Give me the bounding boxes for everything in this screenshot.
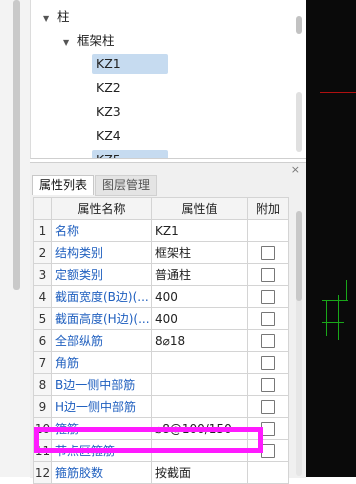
extra-checkbox[interactable]	[261, 421, 275, 436]
row-index: 8	[33, 373, 52, 396]
row-index: 9	[33, 395, 52, 418]
extra-cell	[247, 263, 289, 286]
extra-checkbox[interactable]	[261, 289, 275, 304]
tree-item-kz5[interactable]: KZ5	[92, 150, 168, 158]
grid-header-row: 属性名称 属性值 附加	[33, 197, 289, 220]
extra-checkbox[interactable]	[261, 267, 275, 282]
tab-property-list[interactable]: 属性列表	[32, 175, 95, 195]
extra-cell	[247, 219, 289, 242]
extra-checkbox[interactable]	[261, 443, 275, 458]
header-name: 属性名称	[51, 197, 152, 220]
property-value[interactable]	[151, 395, 248, 418]
canvas-green-line	[326, 300, 327, 336]
tree-scrollbar[interactable]	[296, 16, 302, 34]
table-row[interactable]: 3 定额类别 普通柱	[33, 263, 289, 286]
extra-cell	[247, 461, 289, 484]
canvas-green-line	[346, 280, 347, 300]
extra-checkbox[interactable]	[261, 399, 275, 414]
tree-item-kz4[interactable]: KZ4	[92, 126, 168, 146]
extra-cell	[247, 329, 289, 352]
property-name: 截面高度(H边)(...	[51, 307, 152, 330]
header-index	[33, 197, 52, 220]
canvas-red-line	[320, 92, 356, 93]
property-name: B边一侧中部筋	[51, 373, 152, 396]
row-index: 2	[33, 241, 52, 264]
canvas-green-line	[338, 295, 339, 340]
property-name: 角筋	[51, 351, 152, 374]
tree-node-label: 框架柱	[76, 33, 115, 48]
row-index: 6	[33, 329, 52, 352]
table-row[interactable]: 6 全部纵筋 8⌀18	[33, 329, 289, 352]
property-name: H边一侧中部筋	[51, 395, 152, 418]
extra-checkbox[interactable]	[261, 311, 275, 326]
expand-arrow-icon[interactable]: ▼	[43, 8, 53, 30]
property-name: 定额类别	[51, 263, 152, 286]
tree-item-kz3[interactable]: KZ3	[92, 102, 168, 122]
extra-cell	[247, 351, 289, 374]
component-tree: ▼ 柱 ▼ 框架柱 KZ1 KZ2 KZ3 KZ4 KZ5	[30, 0, 307, 159]
drawing-canvas[interactable]	[306, 0, 356, 477]
table-row[interactable]: 7 角筋	[33, 351, 289, 374]
tree-scroll-track[interactable]	[296, 92, 302, 152]
extra-cell	[247, 373, 289, 396]
property-value[interactable]	[151, 373, 248, 396]
close-icon[interactable]: ×	[291, 163, 300, 176]
row-index: 7	[33, 351, 52, 374]
property-name: 结构类别	[51, 241, 152, 264]
property-value[interactable]: 普通柱	[151, 263, 248, 286]
extra-checkbox[interactable]	[261, 377, 275, 392]
extra-cell	[247, 307, 289, 330]
tab-layer-management[interactable]: 图层管理	[95, 175, 158, 196]
table-row[interactable]: 9 H边一侧中部筋	[33, 395, 289, 418]
header-extra: 附加	[247, 197, 289, 220]
extra-cell	[247, 285, 289, 308]
left-scrollbar[interactable]	[13, 0, 20, 290]
expand-arrow-icon[interactable]: ▼	[63, 32, 73, 54]
property-name: 名称	[51, 219, 152, 242]
tree-node-root[interactable]: ▼ 柱	[43, 6, 70, 28]
property-value[interactable]	[151, 351, 248, 374]
extra-checkbox[interactable]	[261, 355, 275, 370]
table-row[interactable]: 2 结构类别 框架柱	[33, 241, 289, 264]
header-value: 属性值	[151, 197, 248, 220]
property-value[interactable]: 8⌀18	[151, 329, 248, 352]
tree-item-kz2[interactable]: KZ2	[92, 78, 168, 98]
extra-cell	[247, 395, 289, 418]
row-index: 12	[33, 461, 52, 484]
row-index: 4	[33, 285, 52, 308]
property-value[interactable]: 框架柱	[151, 241, 248, 264]
property-value[interactable]: 400	[151, 307, 248, 330]
property-name: 截面宽度(B边)(...	[51, 285, 152, 308]
tree-node-label: 柱	[56, 9, 70, 24]
property-value[interactable]: KZ1	[151, 219, 248, 242]
tree-node-group[interactable]: ▼ 框架柱	[63, 30, 115, 52]
property-name: 全部纵筋	[51, 329, 152, 352]
extra-checkbox[interactable]	[261, 245, 275, 260]
property-name: 箍筋胶数	[51, 461, 152, 484]
highlight-annotation-box	[34, 427, 263, 453]
table-row[interactable]: 5 截面高度(H边)(... 400	[33, 307, 289, 330]
property-scrollbar[interactable]	[296, 211, 302, 301]
table-row[interactable]: 1 名称 KZ1	[33, 219, 289, 242]
property-value[interactable]: 按截面	[151, 461, 248, 484]
extra-cell	[247, 241, 289, 264]
row-index: 1	[33, 219, 52, 242]
tree-item-kz1[interactable]: KZ1	[92, 54, 168, 74]
extra-checkbox[interactable]	[261, 333, 275, 348]
row-index: 5	[33, 307, 52, 330]
table-row[interactable]: 4 截面宽度(B边)(... 400	[33, 285, 289, 308]
table-row[interactable]: 8 B边一侧中部筋	[33, 373, 289, 396]
property-value[interactable]: 400	[151, 285, 248, 308]
table-row[interactable]: 12 箍筋胶数 按截面	[33, 461, 289, 484]
row-index: 3	[33, 263, 52, 286]
